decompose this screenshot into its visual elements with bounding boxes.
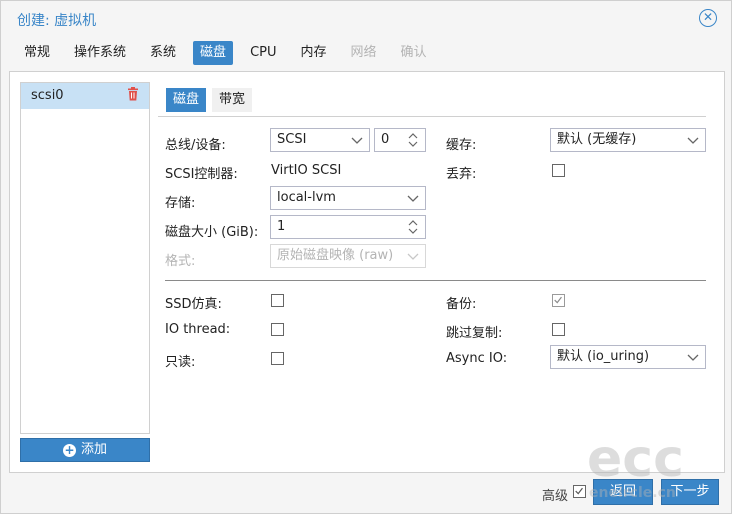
- disk-size-label: 磁盘大小 (GiB):: [165, 225, 259, 240]
- tab-disks[interactable]: 磁盘: [193, 41, 234, 65]
- backup-label: 备份:: [446, 297, 477, 312]
- spinner-arrows-icon[interactable]: [407, 129, 419, 151]
- subtab-disk[interactable]: 磁盘: [166, 88, 207, 112]
- dialog-title: 创建: 虚拟机: [17, 13, 97, 29]
- storage-select[interactable]: local-lvm: [270, 186, 426, 210]
- skip-replication-checkbox[interactable]: [552, 323, 565, 336]
- disk-subtabs: 磁盘 带宽: [166, 88, 258, 112]
- dialog-footer: 高级 返回 下一步: [1, 475, 731, 513]
- read-only-checkbox[interactable]: [271, 352, 284, 365]
- ssd-emulation-checkbox[interactable]: [271, 294, 284, 307]
- disk-panel: scsi0 + 添加 磁盘 带宽 总线/设备: SCSI 0 SCSI控制器: …: [9, 71, 725, 473]
- chevron-down-icon: [351, 137, 363, 144]
- close-icon[interactable]: ✕: [699, 9, 717, 27]
- disk-list: scsi0: [20, 82, 150, 434]
- ssd-emulation-label: SSD仿真:: [165, 297, 222, 312]
- tab-os[interactable]: 操作系统: [67, 41, 133, 65]
- backup-checkbox[interactable]: [552, 294, 565, 307]
- format-label: 格式:: [165, 254, 196, 269]
- bus-device-label: 总线/设备:: [165, 138, 226, 153]
- bus-select[interactable]: SCSI: [270, 128, 370, 152]
- device-index-value: 0: [381, 132, 390, 147]
- advanced-label: 高级: [542, 489, 569, 504]
- chevron-down-icon: [407, 195, 419, 202]
- advanced-checkbox[interactable]: [573, 485, 586, 498]
- chevron-down-icon: [687, 137, 699, 144]
- disk-item-label: scsi0: [31, 88, 64, 103]
- scsi-controller-value: VirtIO SCSI: [271, 163, 342, 178]
- spinner-arrows-icon[interactable]: [407, 216, 419, 238]
- async-io-label: Async IO:: [446, 351, 508, 366]
- io-thread-checkbox[interactable]: [271, 323, 284, 336]
- tab-cpu[interactable]: CPU: [243, 41, 283, 65]
- read-only-label: 只读:: [165, 355, 196, 370]
- tab-general[interactable]: 常规: [17, 41, 57, 65]
- chevron-down-icon: [407, 253, 419, 260]
- checkmark-icon: [575, 487, 583, 495]
- section-divider: [165, 280, 706, 281]
- tab-system[interactable]: 系统: [143, 41, 183, 65]
- format-select[interactable]: 原始磁盘映像 (raw): [270, 244, 426, 268]
- checkmark-icon: [554, 296, 562, 304]
- tab-confirm[interactable]: 确认: [394, 41, 434, 65]
- format-select-value: 原始磁盘映像 (raw): [277, 248, 394, 263]
- subtab-divider: [158, 116, 706, 117]
- async-io-select-value: 默认 (io_uring): [557, 349, 650, 364]
- trash-icon[interactable]: [127, 87, 139, 101]
- tab-network[interactable]: 网络: [344, 41, 384, 65]
- disk-size-value: 1: [277, 219, 286, 234]
- disk-size-input[interactable]: 1: [270, 215, 426, 239]
- disk-list-item[interactable]: scsi0: [21, 83, 149, 109]
- create-vm-dialog: 创建: 虚拟机 ✕ 常规 操作系统 系统 磁盘 CPU 内存 网络 确认 scs…: [0, 0, 732, 514]
- discard-checkbox[interactable]: [552, 164, 565, 177]
- subtab-bandwidth[interactable]: 带宽: [212, 88, 253, 112]
- cache-select[interactable]: 默认 (无缓存): [550, 128, 706, 152]
- plus-circle-icon: +: [62, 443, 76, 457]
- dialog-titlebar: 创建: 虚拟机 ✕: [1, 1, 731, 37]
- scsi-controller-label: SCSI控制器:: [165, 167, 238, 182]
- next-button[interactable]: 下一步: [661, 479, 719, 505]
- wizard-tabs: 常规 操作系统 系统 磁盘 CPU 内存 网络 确认: [17, 41, 444, 65]
- chevron-down-icon: [687, 354, 699, 361]
- device-index-spinner[interactable]: 0: [374, 128, 426, 152]
- discard-label: 丢弃:: [446, 167, 477, 182]
- bus-select-value: SCSI: [277, 132, 307, 147]
- cache-select-value: 默认 (无缓存): [557, 132, 637, 147]
- async-io-select[interactable]: 默认 (io_uring): [550, 345, 706, 369]
- tab-memory[interactable]: 内存: [294, 41, 334, 65]
- io-thread-label: IO thread:: [165, 322, 231, 337]
- cache-label: 缓存:: [446, 138, 477, 153]
- add-disk-button[interactable]: + 添加: [20, 438, 150, 462]
- back-button[interactable]: 返回: [593, 479, 653, 505]
- add-disk-label: 添加: [80, 442, 107, 457]
- storage-label: 存储:: [165, 196, 196, 211]
- skip-replication-label: 跳过复制:: [446, 326, 503, 341]
- storage-select-value: local-lvm: [277, 190, 336, 205]
